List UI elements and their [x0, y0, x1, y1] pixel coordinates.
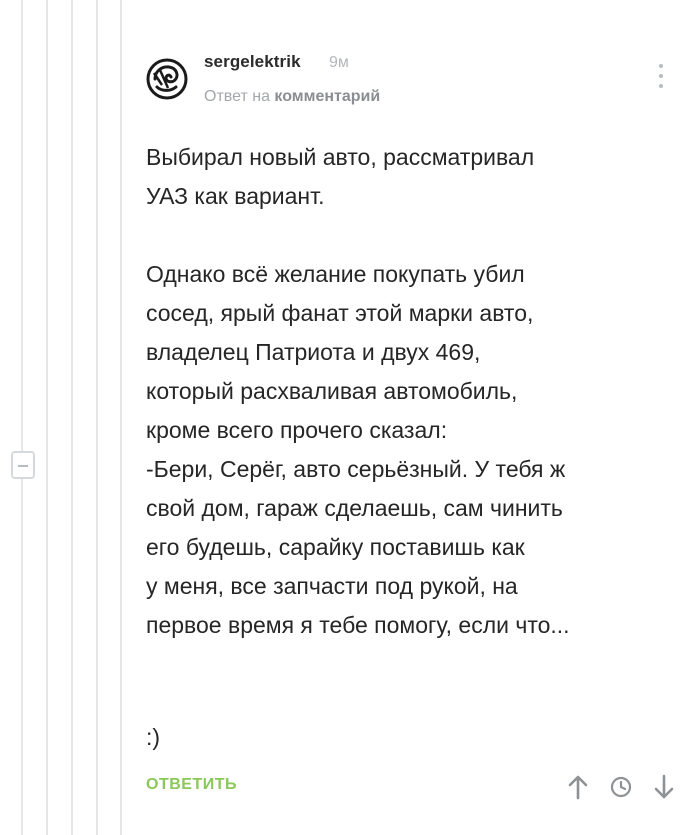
vertical-dot [659, 74, 663, 78]
reply-button[interactable]: ОТВЕТИТЬ [146, 776, 237, 794]
comment-smile: :) [146, 724, 161, 750]
clock-icon[interactable] [609, 772, 633, 802]
more-options-button[interactable] [655, 64, 667, 94]
comment-line: его будешь, сарайку поставишь как [146, 534, 525, 560]
comment-line: первое время я тебе помогу, если что... [146, 612, 570, 638]
collapse-thread-button[interactable] [11, 451, 35, 479]
avatar[interactable] [146, 58, 188, 100]
comment-line: сосед, ярый фанат этой марки авто, [146, 300, 534, 326]
comment-line: который расхваливая автомобиль, [146, 378, 518, 404]
comment-line: кроме всего прочего сказал: [146, 417, 448, 443]
comment-line: -Бери, Серёг, авто серьёзный. У тебя ж [146, 456, 566, 482]
comment-line: Выбирал новый авто, рассматривал [146, 144, 535, 170]
thread-line-5 [120, 0, 122, 835]
comment-thread: sergelektrik 9м Ответ на комментарий Выб… [0, 0, 700, 835]
comment-author[interactable]: sergelektrik [204, 52, 301, 72]
reply-to-label[interactable]: Ответ на комментарий [204, 88, 380, 106]
comment-time: 9м [329, 54, 349, 71]
thread-line-1 [21, 0, 23, 835]
reply-prefix: Ответ на [204, 88, 270, 105]
comment-line: владелец Патриота и двух 469, [146, 339, 481, 365]
comment-line: Однако всё желание покупать убил [146, 261, 525, 287]
vertical-dot [659, 84, 663, 88]
vertical-dots-icon [659, 64, 663, 68]
comment-body: Выбирал новый авто, рассматривал УАЗ как… [146, 138, 686, 645]
comment-line: у меня, все запчасти под рукой, на [146, 573, 518, 599]
arrow-up-icon[interactable] [566, 772, 590, 802]
reply-target-link[interactable]: комментарий [274, 88, 380, 105]
comment-line: УАЗ как вариант. [146, 183, 325, 209]
comment-line: свой дом, гараж сделаешь, сам чинить [146, 495, 563, 521]
arrow-down-icon[interactable] [652, 772, 676, 802]
thread-line-3 [71, 0, 73, 835]
comment-line [146, 216, 686, 255]
thread-line-2 [46, 0, 48, 835]
thread-line-4 [96, 0, 98, 835]
